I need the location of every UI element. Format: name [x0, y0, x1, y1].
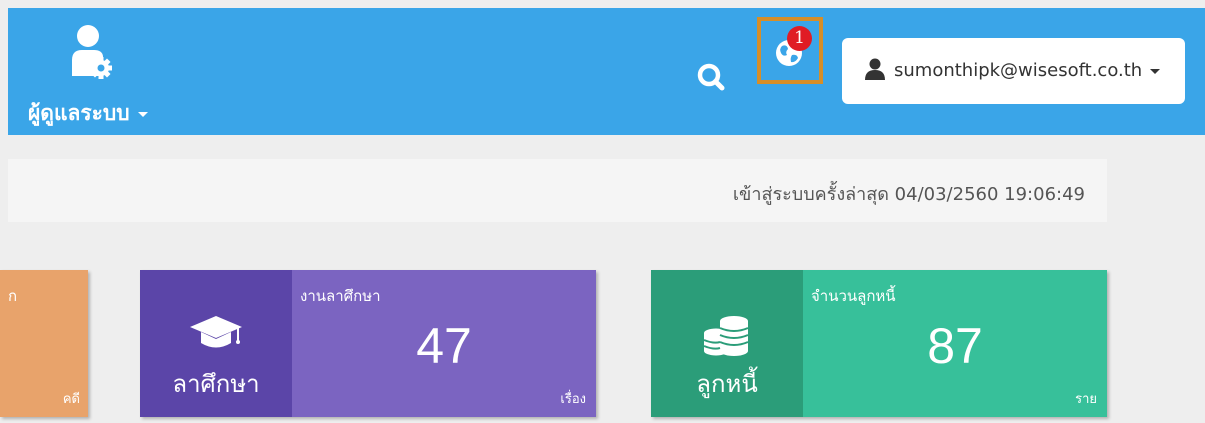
stat-card-unit: ราย: [1075, 392, 1097, 407]
admin-menu[interactable]: ผู้ดูแลระบบ: [18, 22, 178, 125]
info-bar: เข้าสู่ระบบครั้งล่าสุด 04/03/2560 19:06:…: [8, 159, 1107, 222]
stat-card-study-leave[interactable]: ลาศึกษา งานลาศึกษา 47 เรื่อง: [140, 270, 596, 417]
stat-card-icon-panel: ลาศึกษา: [140, 270, 292, 417]
stat-card-partial[interactable]: ก คดี: [0, 270, 88, 417]
notification-badge: 1: [787, 26, 812, 51]
chevron-down-icon: [137, 111, 148, 117]
stat-card-title: งานลาศึกษา: [300, 287, 381, 305]
stat-card-icon-label: ลูกหนี้: [696, 370, 758, 398]
stat-card-unit: คดี: [62, 392, 80, 407]
stat-card-data-panel: จำนวนลูกหนี้ 87 ราย: [803, 270, 1107, 417]
stat-card-icon-label: ลาศึกษา: [172, 370, 260, 398]
admin-label-text: ผู้ดูแลระบบ: [28, 101, 130, 125]
user-gear-icon: [72, 25, 112, 79]
user-menu-button[interactable]: sumonthipk@wisesoft.co.th: [842, 38, 1185, 104]
user-email: sumonthipk@wisesoft.co.th: [894, 60, 1161, 81]
stat-card-value: 87: [927, 318, 983, 374]
chevron-down-icon: [1150, 68, 1161, 74]
stat-card-unit: เรื่อง: [560, 392, 586, 407]
stat-card-debtors[interactable]: ลูกหนี้ จำนวนลูกหนี้ 87 ราย: [651, 270, 1107, 417]
coins-icon: [703, 316, 749, 356]
search-icon: [697, 63, 725, 91]
notification-button[interactable]: 1: [757, 17, 823, 84]
stat-card-title: ก: [8, 287, 18, 305]
stat-card-data-panel: งานลาศึกษา 47 เรื่อง: [292, 270, 596, 417]
stat-card-value: 47: [416, 318, 472, 374]
stat-card-title: จำนวนลูกหนี้: [811, 287, 896, 305]
stat-card-icon-panel: ลูกหนี้: [651, 270, 803, 417]
top-navbar: ผู้ดูแลระบบ 1 sumonthipk@wisesoft.co.th: [8, 8, 1205, 135]
graduation-cap-icon: [190, 316, 242, 348]
user-icon: [865, 58, 885, 80]
last-login-text: เข้าสู่ระบบครั้งล่าสุด 04/03/2560 19:06:…: [732, 184, 1085, 205]
user-email-text: sumonthipk@wisesoft.co.th: [894, 60, 1143, 81]
search-button[interactable]: [692, 58, 732, 98]
admin-label: ผู้ดูแลระบบ: [28, 97, 148, 130]
